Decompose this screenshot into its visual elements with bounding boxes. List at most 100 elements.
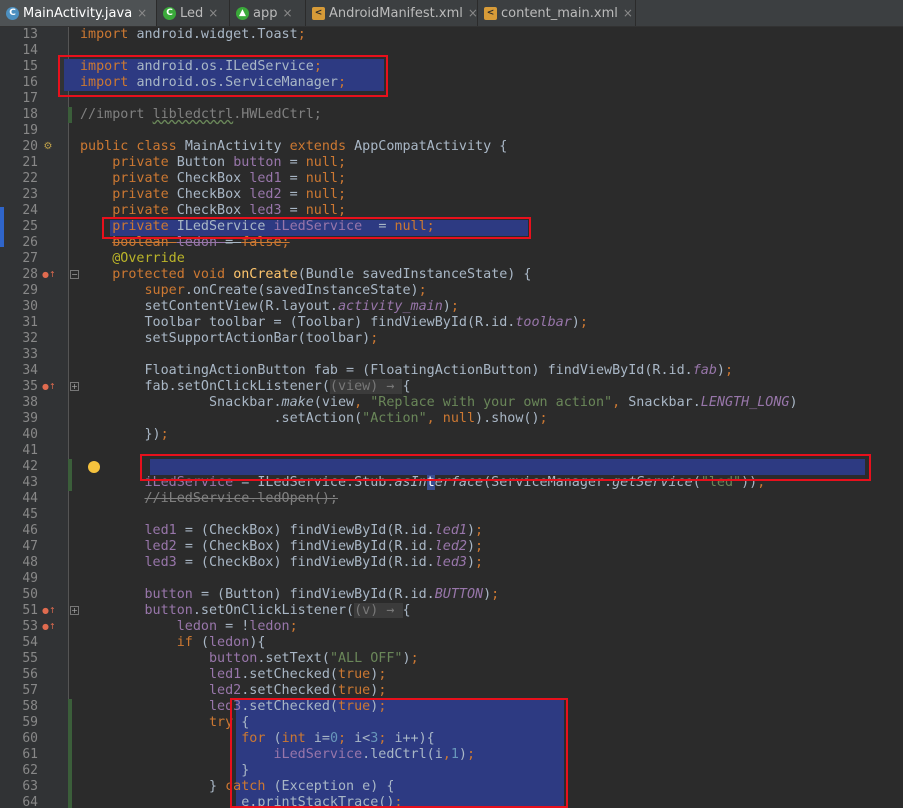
close-icon[interactable]: × [468, 6, 478, 20]
code-token: led3 [144, 555, 185, 570]
code-line[interactable]: 18 //import libledctrl.HWLedCtrl; [0, 107, 903, 123]
code-line[interactable]: 45 [0, 507, 903, 523]
fold-toggle-icon[interactable]: − [70, 270, 79, 279]
override-icon[interactable]: ●↑ [42, 380, 56, 394]
tab-androidmanifest-xml[interactable]: < AndroidManifest.xml × [306, 0, 478, 26]
code-token: LENGTH_LONG [700, 395, 790, 410]
code-line[interactable]: 19 [0, 123, 903, 139]
code-line[interactable]: 28 ●↑ − protected void onCreate(Bundle sav… [0, 267, 903, 283]
code-line[interactable]: 47 led2 = (CheckBox) findViewById(R.id.l… [0, 539, 903, 555]
close-icon[interactable]: × [282, 6, 292, 20]
code-line[interactable]: 55 button.setText("ALL OFF"); [0, 651, 903, 667]
code-token: Snackbar. [80, 395, 282, 410]
line-number: 51 [22, 603, 38, 618]
code-text: led3 = (CheckBox) findViewById(R.id.led3… [80, 555, 484, 571]
tab-led[interactable]: C Led × [157, 0, 230, 26]
tab-label: MainActivity.java [23, 5, 133, 21]
code-line[interactable]: 22 private CheckBox led1 = null; [0, 171, 903, 187]
code-token: = [289, 171, 306, 186]
line-number: 62 [22, 763, 38, 778]
code-line[interactable]: 31 Toolbar toolbar = (Toolbar) findViewB… [0, 315, 903, 331]
code-line[interactable]: 21 private Button button = null; [0, 155, 903, 171]
code-text: private Button button = null; [80, 155, 346, 171]
code-token: button [144, 603, 193, 618]
code-line[interactable]: 34 FloatingActionButton fab = (FloatingA… [0, 363, 903, 379]
code-token: = (CheckBox) findViewById(R.id. [184, 555, 435, 570]
code-line[interactable]: 57 led2.setChecked(true); [0, 683, 903, 699]
code-line[interactable]: 35 ●↑ + fab.setOnClickListener((view) → { [0, 379, 903, 395]
close-icon[interactable]: × [208, 6, 218, 20]
code-line[interactable]: 56 led1.setChecked(true); [0, 667, 903, 683]
code-line[interactable]: 54 if (ledon){ [0, 635, 903, 651]
tab-mainactivity-java[interactable]: C MainActivity.java × [0, 0, 157, 26]
code-line[interactable]: 23 private CheckBox led2 = null; [0, 187, 903, 203]
code-line[interactable]: 39 .setAction("Action", null).show(); [0, 411, 903, 427]
code-token: .setText( [257, 651, 330, 666]
code-line[interactable]: 48 led3 = (CheckBox) findViewById(R.id.l… [0, 555, 903, 571]
close-icon[interactable]: × [623, 6, 633, 20]
line-number: 32 [22, 331, 38, 346]
code-text: fab.setOnClickListener((view) → { [80, 379, 411, 395]
line-number: 45 [22, 507, 38, 522]
code-token: ; [370, 331, 379, 346]
code-line[interactable]: 46 led1 = (CheckBox) findViewById(R.id.l… [0, 523, 903, 539]
code-token: ; [160, 427, 169, 442]
code-text: //import libledctrl.HWLedCtrl; [80, 107, 322, 123]
line-number: 42 [22, 459, 38, 474]
tab-content-main-xml[interactable]: < content_main.xml × [478, 0, 636, 26]
code-text: setSupportActionBar(toolbar); [80, 331, 378, 347]
code-token: , [354, 395, 371, 410]
code-line[interactable]: 29 super.onCreate(savedInstanceState); [0, 283, 903, 299]
code-text: private CheckBox led1 = null; [80, 171, 346, 187]
line-number: 13 [22, 27, 38, 42]
code-line[interactable]: 30 setContentView(R.layout.activity_main… [0, 299, 903, 315]
code-token: = (CheckBox) findViewById(R.id. [184, 539, 435, 554]
code-token: { [402, 379, 411, 394]
override-icon[interactable]: ●↑ [42, 620, 56, 634]
code-line[interactable]: 44 //iLedService.ledOpen(); [0, 491, 903, 507]
code-text: button = (Button) findViewById(R.id.BUTT… [80, 587, 500, 603]
code-token: (v) → [354, 603, 403, 618]
code-line[interactable]: 27 @Override [0, 251, 903, 267]
override-icon[interactable]: ●↑ [42, 604, 56, 618]
code-line[interactable]: 51 ●↑ + button.setOnClickListener((v) → { [0, 603, 903, 619]
code-token: = [289, 203, 306, 218]
line-number: 30 [22, 299, 38, 314]
code-token: toolbar [515, 315, 572, 330]
code-text: setContentView(R.layout.activity_main); [80, 299, 458, 315]
code-line[interactable]: 20 ⚙ public class MainActivity extends App… [0, 139, 903, 155]
code-token: } [80, 763, 250, 778]
line-number: 26 [22, 235, 38, 250]
code-editor[interactable]: 13 import android.widget.Toast; 14 15 import… [0, 27, 903, 808]
code-token: "ALL OFF" [329, 651, 403, 666]
code-token: Toolbar toolbar = (Toolbar) findViewById… [80, 315, 516, 330]
code-token: fab [692, 363, 717, 378]
code-token: = ! [225, 619, 250, 634]
code-token: ledon [209, 635, 250, 650]
close-icon[interactable]: × [137, 6, 147, 20]
code-token: = [289, 155, 306, 170]
code-line[interactable]: 49 [0, 571, 903, 587]
code-line[interactable]: 50 button = (Button) findViewById(R.id.B… [0, 587, 903, 603]
code-line[interactable]: 40 }); [0, 427, 903, 443]
override-icon[interactable]: ●↑ [42, 268, 56, 282]
code-line[interactable]: 33 [0, 347, 903, 363]
code-text: button.setOnClickListener((v) → { [80, 603, 411, 619]
code-token: //import [80, 107, 153, 122]
fold-toggle-icon[interactable]: + [70, 606, 79, 615]
code-line[interactable]: 13 import android.widget.Toast; [0, 27, 903, 43]
code-line[interactable]: 38 Snackbar.make(view, "Replace with you… [0, 395, 903, 411]
code-token: (Bundle savedInstanceState) { [297, 267, 532, 282]
gear-icon[interactable]: ⚙ [42, 140, 54, 154]
fold-toggle-icon[interactable]: + [70, 382, 79, 391]
code-line[interactable]: 32 setSupportActionBar(toolbar); [0, 331, 903, 347]
code-line[interactable]: 53 ●↑ ledon = !ledon; [0, 619, 903, 635]
tab-app[interactable]: ▲ app × [230, 0, 306, 26]
xml-file-icon: < [312, 6, 325, 20]
lightbulb-icon[interactable] [88, 461, 100, 473]
code-token: ) [789, 395, 798, 410]
